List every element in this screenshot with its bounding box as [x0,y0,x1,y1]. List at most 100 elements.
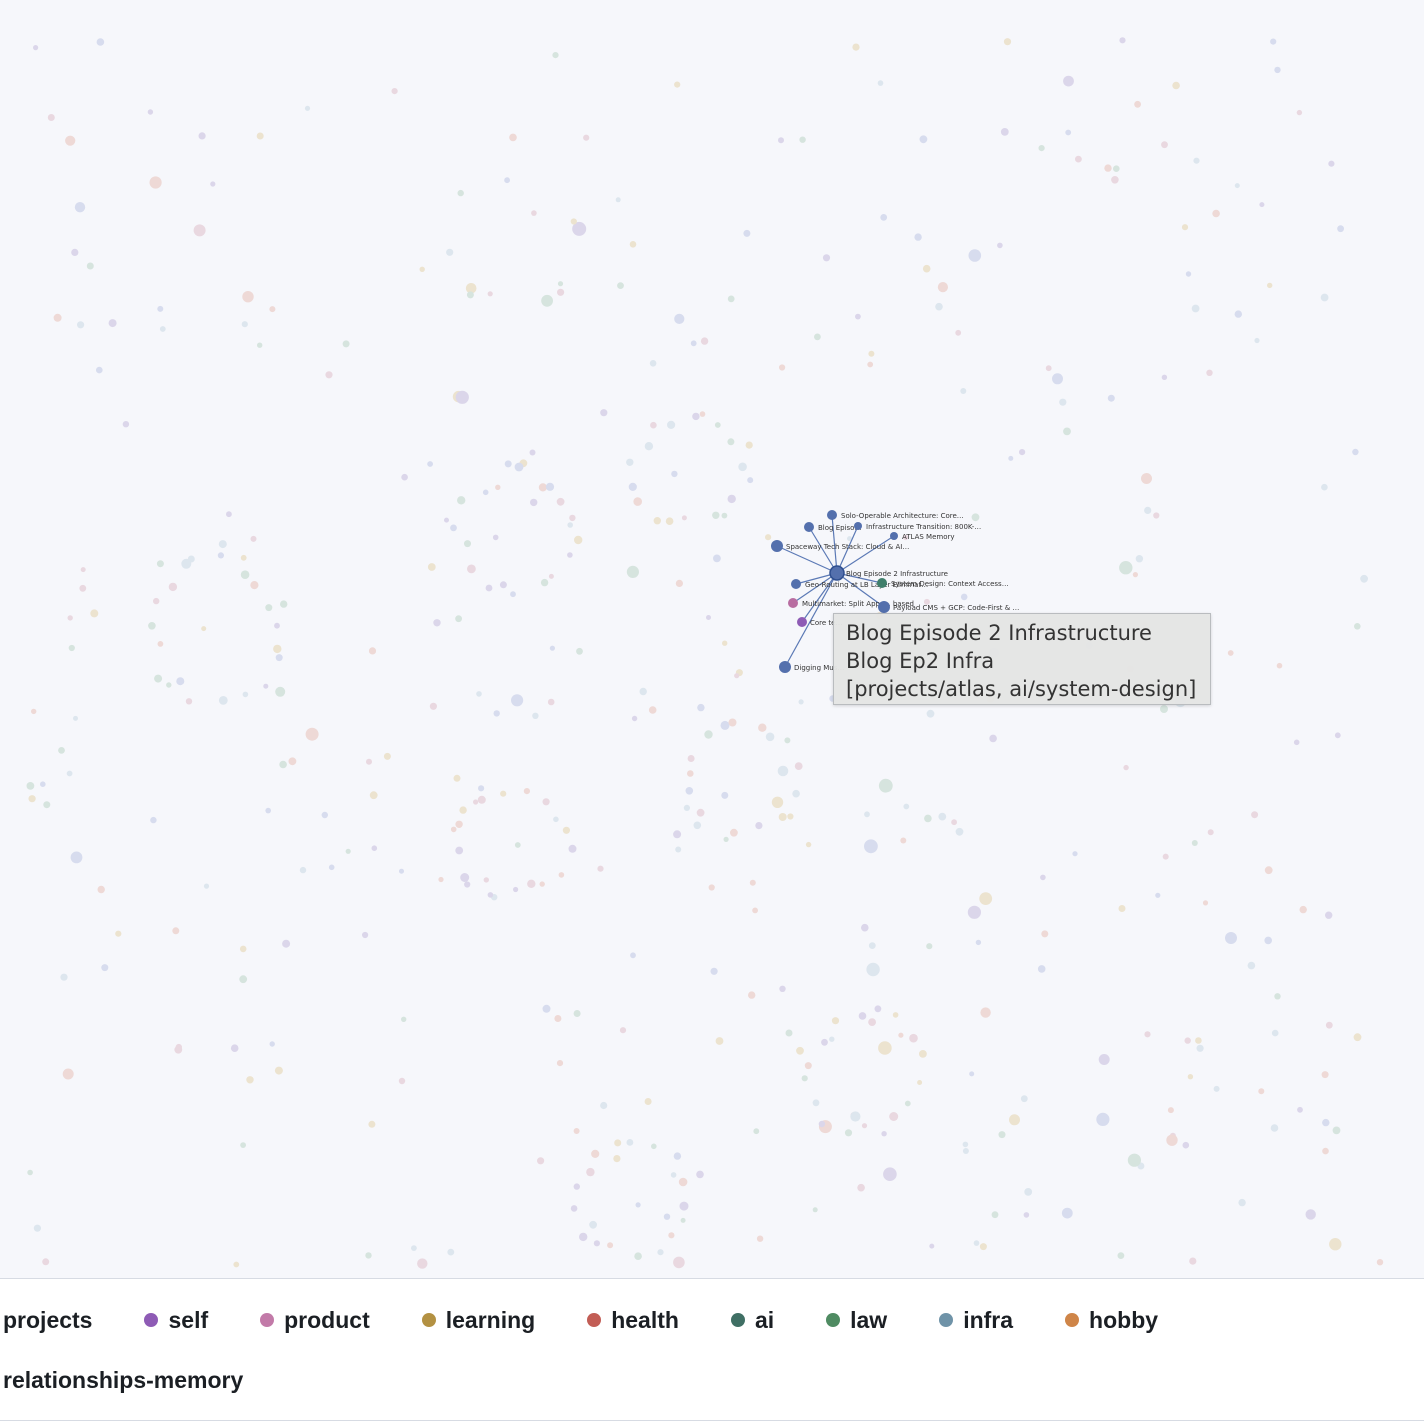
graph-node[interactable] [523,788,531,795]
graph-node[interactable] [1274,66,1281,74]
graph-node[interactable] [250,581,259,590]
graph-node[interactable] [1075,155,1082,163]
graph-node[interactable] [269,306,276,313]
graph-node[interactable] [929,1243,935,1249]
graph-node[interactable] [500,790,507,797]
graph-node[interactable] [495,484,501,490]
graph-node[interactable] [1185,271,1192,277]
graph-node[interactable] [693,821,702,830]
graph-node[interactable] [1119,561,1133,575]
graph-node[interactable] [628,482,637,491]
graph-node[interactable] [1107,394,1115,402]
graph-node[interactable] [734,673,740,679]
graph-node[interactable] [86,262,94,270]
graph-node[interactable] [455,615,462,623]
graph-node[interactable] [478,785,485,792]
graph-node[interactable] [1258,1088,1265,1095]
graph-node[interactable] [844,1129,853,1137]
graph-node[interactable] [40,781,46,787]
neighbor-node[interactable] [890,532,898,540]
graph-node[interactable] [457,496,466,505]
graph-node[interactable] [101,964,109,972]
graph-node[interactable] [288,757,297,766]
graph-node[interactable] [1193,157,1200,164]
graph-node[interactable] [1181,224,1189,231]
graph-node[interactable] [1264,936,1272,945]
graph-node[interactable] [411,1245,417,1251]
graph-node[interactable] [68,644,75,652]
graph-node[interactable] [690,340,697,347]
graph-node[interactable] [1321,1071,1329,1079]
graph-node[interactable] [743,229,751,237]
graph-node[interactable] [444,517,449,523]
graph-node[interactable] [240,1142,247,1148]
graph-node[interactable] [1045,365,1052,372]
graph-node[interactable] [1187,1074,1194,1080]
graph-node[interactable] [530,498,538,507]
graph-node[interactable] [679,1201,689,1211]
graph-node[interactable] [771,796,784,808]
graph-node[interactable] [570,218,577,225]
graph-node[interactable] [467,564,476,574]
graph-node[interactable] [427,461,433,467]
graph-node[interactable] [1296,109,1303,116]
legend-item-product[interactable]: product [260,1307,370,1334]
graph-node[interactable] [651,1143,657,1150]
graph-node[interactable] [265,604,273,612]
graph-node[interactable] [27,1169,33,1176]
neighbor-node[interactable] [788,598,798,608]
graph-node[interactable] [699,411,706,417]
graph-node[interactable] [960,593,968,601]
graph-node[interactable] [883,1167,897,1181]
graph-node[interactable] [852,43,860,51]
graph-node[interactable] [586,1167,595,1177]
graph-node[interactable] [1297,1106,1303,1113]
graph-node[interactable] [792,789,800,798]
graph-node[interactable] [447,1248,455,1256]
graph-node[interactable] [1063,427,1071,436]
graph-node[interactable] [391,88,398,95]
graph-node[interactable] [812,1207,818,1213]
graph-node[interactable] [889,1112,899,1121]
graph-node[interactable] [969,1071,975,1077]
graph-node[interactable] [938,812,947,821]
graph-node[interactable] [1259,202,1265,208]
graph-node[interactable] [778,813,787,821]
graph-node[interactable] [649,360,657,367]
graph-node[interactable] [1328,160,1335,167]
graph-node[interactable] [991,1211,999,1219]
graph-node[interactable] [727,295,735,303]
graph-node[interactable] [589,1220,597,1229]
graph-node[interactable] [1135,555,1144,563]
graph-node[interactable] [562,826,571,834]
graph-node[interactable] [579,1232,588,1242]
graph-node[interactable] [687,770,694,777]
graph-node[interactable] [510,591,516,598]
graph-node[interactable] [805,841,812,848]
graph-node[interactable] [904,1100,911,1107]
graph-node[interactable] [880,214,888,221]
graph-node[interactable] [485,584,493,592]
graph-node[interactable] [1023,1212,1030,1218]
graph-node[interactable] [239,975,248,984]
graph-node[interactable] [822,254,831,262]
graph-node[interactable] [706,615,711,620]
graph-node[interactable] [1024,1188,1033,1196]
graph-node[interactable] [28,795,36,803]
graph-node[interactable] [796,1046,804,1055]
graph-node[interactable] [433,619,441,627]
graph-node[interactable] [634,1252,642,1260]
graph-node[interactable] [648,706,657,714]
graph-node[interactable] [275,654,283,662]
graph-node[interactable] [593,1240,601,1247]
graph-node[interactable] [674,313,685,324]
graph-node[interactable] [342,340,350,348]
graph-node[interactable] [304,105,311,111]
graph-node[interactable] [569,514,576,522]
graph-node[interactable] [1195,1037,1202,1044]
graph-node[interactable] [504,460,512,468]
graph-node[interactable] [1254,337,1260,344]
graph-node[interactable] [328,864,335,871]
graph-node[interactable] [80,567,86,573]
graph-node[interactable] [738,462,747,472]
